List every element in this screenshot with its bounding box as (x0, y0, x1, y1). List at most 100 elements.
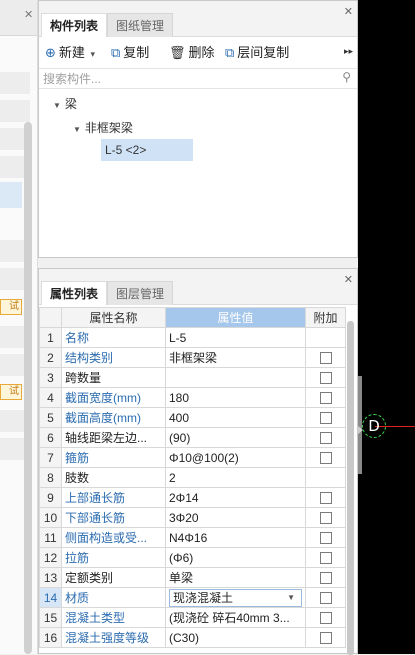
row-number[interactable]: 9 (39, 487, 62, 508)
property-value-select[interactable]: 现浇混凝土 ▼ (165, 587, 306, 608)
new-label: 新建 (58, 45, 85, 60)
property-value[interactable]: 180 (165, 387, 306, 408)
extra-checkbox[interactable] (319, 532, 332, 545)
caret-down-icon[interactable]: ▼ (53, 101, 61, 110)
extra-checkbox[interactable] (319, 452, 332, 465)
trial-badge[interactable]: 试用 (0, 384, 22, 400)
table-row[interactable]: 12 拉筋 (Φ6) (39, 547, 346, 568)
tree-node-selected-component[interactable]: L-5 <2> (101, 139, 193, 161)
property-value[interactable]: 非框架梁 (165, 347, 306, 368)
axis-marker[interactable]: D (362, 414, 386, 438)
extra-checkbox[interactable] (319, 552, 332, 565)
table-row[interactable]: 9 上部通长筋 2Φ14 (39, 487, 346, 508)
row-number[interactable]: 5 (39, 407, 62, 428)
copy-button[interactable]: ⧉ 复制 (111, 44, 149, 62)
extra-checkbox[interactable] (319, 392, 332, 405)
column-header-extra[interactable]: 附加 (305, 307, 346, 328)
left-panel-row[interactable] (0, 100, 30, 122)
table-row[interactable]: 14 材质 现浇混凝土 ▼ (39, 587, 346, 608)
extra-checkbox[interactable] (319, 492, 332, 505)
table-row[interactable]: 13 定额类别 单梁 (39, 567, 346, 588)
close-icon[interactable]: ✕ (344, 5, 353, 18)
search-icon[interactable]: ⚲ (342, 70, 351, 84)
floor-copy-button[interactable]: ⧉ 层间复制 (225, 44, 289, 62)
property-value[interactable]: 单梁 (165, 567, 306, 588)
search-input[interactable] (43, 70, 333, 88)
property-value[interactable]: 2 (165, 467, 306, 488)
row-number[interactable]: 7 (39, 447, 62, 468)
column-header-name[interactable]: 属性名称 (61, 307, 166, 328)
table-row[interactable]: 16 混凝土强度等级 (C30) (39, 627, 346, 648)
new-button[interactable]: ⊕ 新建 ▾ (45, 44, 95, 62)
chevron-down-icon[interactable]: ▼ (287, 590, 295, 606)
delete-button[interactable]: 🗑 删除 (169, 44, 215, 62)
table-row[interactable]: 15 混凝土类型 (现浇砼 碎石40mm 3... (39, 607, 346, 628)
property-value[interactable]: (现浇砼 碎石40mm 3... (165, 607, 306, 628)
caret-down-icon[interactable]: ▼ (73, 125, 81, 134)
property-value[interactable] (165, 367, 306, 388)
left-panel-row[interactable] (0, 72, 30, 94)
row-number[interactable]: 14 (39, 587, 62, 608)
extra-cell (305, 327, 346, 348)
tree-node-non-frame-beam[interactable]: ▼ 非框架梁 (73, 119, 133, 136)
property-value[interactable]: (90) (165, 427, 306, 448)
property-value[interactable]: N4Φ16 (165, 527, 306, 548)
row-number[interactable]: 8 (39, 467, 62, 488)
extra-checkbox[interactable] (319, 372, 332, 385)
table-row[interactable]: 6 轴线距梁左边... (90) (39, 427, 346, 448)
row-number[interactable]: 4 (39, 387, 62, 408)
extra-checkbox[interactable] (319, 632, 332, 645)
property-value[interactable]: L-5 (165, 327, 306, 348)
tab-property-list[interactable]: 属性列表 (41, 281, 108, 305)
table-row[interactable]: 8 肢数 2 (39, 467, 346, 488)
column-header-value[interactable]: 属性值 (165, 307, 306, 328)
row-number[interactable]: 15 (39, 607, 62, 628)
row-number[interactable]: 13 (39, 567, 62, 588)
table-row[interactable]: 7 箍筋 Φ10@100(2) (39, 447, 346, 468)
trial-badge[interactable]: 试用 (0, 299, 22, 315)
extra-checkbox[interactable] (319, 432, 332, 445)
left-panel-scrollbar[interactable] (24, 122, 32, 654)
close-icon[interactable]: ✕ (24, 8, 33, 21)
row-number[interactable]: 1 (39, 327, 62, 348)
more-tools-icon[interactable]: ▸▸ (344, 46, 353, 57)
property-scrollbar[interactable] (347, 321, 354, 655)
extra-checkbox[interactable] (319, 512, 332, 525)
tab-drawing-management[interactable]: 图纸管理 (107, 13, 174, 37)
row-number[interactable]: 6 (39, 427, 62, 448)
tab-component-list[interactable]: 构件列表 (41, 13, 108, 37)
drawing-canvas[interactable] (358, 0, 415, 654)
tab-layer-management[interactable]: 图层管理 (107, 281, 174, 305)
extra-checkbox[interactable] (319, 352, 332, 365)
row-number[interactable]: 12 (39, 547, 62, 568)
table-row[interactable]: 5 截面高度(mm) 400 (39, 407, 346, 428)
property-value[interactable]: 400 (165, 407, 306, 428)
table-row[interactable]: 10 下部通长筋 3Φ20 (39, 507, 346, 528)
row-number[interactable]: 2 (39, 347, 62, 368)
property-value[interactable]: 2Φ14 (165, 487, 306, 508)
tree-node-beam[interactable]: ▼ 梁 (53, 95, 77, 112)
close-icon[interactable]: ✕ (344, 273, 353, 286)
table-row[interactable]: 2 结构类别 非框架梁 (39, 347, 346, 368)
chevron-down-icon[interactable]: ▾ (91, 49, 96, 59)
left-panel-selected-row[interactable] (0, 182, 22, 208)
row-number[interactable]: 3 (39, 367, 62, 388)
property-name: 箍筋 (61, 447, 166, 468)
row-number[interactable]: 10 (39, 507, 62, 528)
extra-checkbox[interactable] (319, 612, 332, 625)
property-value[interactable]: 3Φ20 (165, 507, 306, 528)
row-number[interactable]: 11 (39, 527, 62, 548)
extra-checkbox[interactable] (319, 412, 332, 425)
extra-cell (305, 507, 346, 528)
extra-checkbox[interactable] (319, 572, 332, 585)
table-row[interactable]: 1 名称 L-5 (39, 327, 346, 348)
row-number[interactable]: 16 (39, 627, 62, 648)
table-row[interactable]: 3 跨数量 (39, 367, 346, 388)
extra-checkbox[interactable] (319, 592, 332, 605)
table-row[interactable]: 4 截面宽度(mm) 180 (39, 387, 346, 408)
table-row[interactable]: 11 侧面构造或受... N4Φ16 (39, 527, 346, 548)
property-value[interactable]: Φ10@100(2) (165, 447, 306, 468)
property-value[interactable]: (Φ6) (165, 547, 306, 568)
material-select[interactable]: 现浇混凝土 ▼ (169, 588, 302, 607)
property-value[interactable]: (C30) (165, 627, 306, 648)
